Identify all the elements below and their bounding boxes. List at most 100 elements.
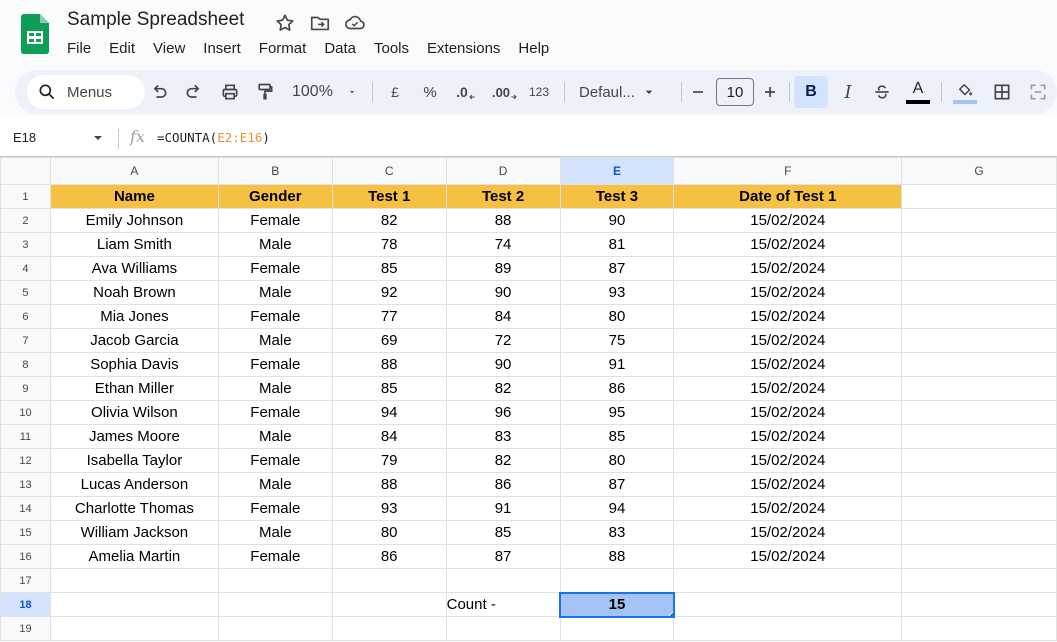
italic-button[interactable]: I — [835, 78, 861, 106]
row-header[interactable]: 5 — [0, 280, 51, 305]
empty-cell[interactable] — [901, 472, 1057, 497]
table-cell[interactable]: 15/02/2024 — [673, 232, 903, 257]
zoom-select[interactable]: 100% — [285, 78, 357, 106]
empty-cell[interactable] — [217, 568, 333, 593]
bold-button[interactable]: B — [794, 76, 828, 108]
table-cell[interactable]: 80 — [559, 448, 675, 473]
menu-format[interactable]: Format — [250, 38, 316, 60]
table-cell[interactable]: Female — [217, 208, 333, 233]
row-header[interactable]: 6 — [0, 304, 51, 329]
row-header[interactable]: 12 — [0, 448, 51, 473]
table-cell[interactable]: 15/02/2024 — [673, 424, 903, 449]
menu-data[interactable]: Data — [315, 38, 365, 60]
name-box[interactable]: E18 — [13, 130, 36, 145]
row-header[interactable]: 1 — [0, 184, 51, 209]
table-cell[interactable]: 80 — [559, 304, 675, 329]
table-cell[interactable]: 93 — [559, 280, 675, 305]
currency-format-button[interactable]: £ — [384, 78, 406, 106]
table-cell[interactable]: 89 — [445, 256, 561, 281]
text-color-button[interactable]: A — [903, 78, 933, 106]
empty-cell[interactable] — [331, 616, 447, 641]
sheets-logo-icon[interactable] — [21, 14, 49, 54]
empty-cell[interactable] — [331, 592, 447, 617]
table-cell[interactable]: 92 — [331, 280, 447, 305]
table-cell[interactable]: 15/02/2024 — [673, 520, 903, 545]
table-cell[interactable]: 74 — [445, 232, 561, 257]
table-cell[interactable]: 69 — [331, 328, 447, 353]
table-cell[interactable]: Charlotte Thomas — [49, 496, 219, 521]
row-header[interactable]: 13 — [0, 472, 51, 497]
empty-cell[interactable] — [901, 544, 1057, 569]
print-icon[interactable] — [217, 78, 243, 106]
empty-cell[interactable] — [901, 376, 1057, 401]
table-cell[interactable]: 15/02/2024 — [673, 472, 903, 497]
strikethrough-icon[interactable] — [869, 78, 895, 106]
empty-cell[interactable] — [559, 568, 675, 593]
empty-cell[interactable] — [901, 424, 1057, 449]
empty-cell[interactable] — [445, 568, 561, 593]
table-cell[interactable]: 90 — [445, 352, 561, 377]
empty-cell[interactable] — [901, 232, 1057, 257]
table-cell[interactable]: 15/02/2024 — [673, 304, 903, 329]
table-cell[interactable]: 91 — [559, 352, 675, 377]
table-cell[interactable]: Female — [217, 448, 333, 473]
table-cell[interactable]: Ava Williams — [49, 256, 219, 281]
row-header[interactable]: 10 — [0, 400, 51, 425]
fill-color-button[interactable] — [950, 78, 980, 106]
header-cell[interactable]: Gender — [217, 184, 333, 209]
menu-insert[interactable]: Insert — [194, 38, 250, 60]
table-cell[interactable]: 82 — [445, 376, 561, 401]
chevron-down-icon[interactable] — [93, 134, 103, 142]
row-header[interactable]: 16 — [0, 544, 51, 569]
empty-cell[interactable] — [217, 616, 333, 641]
increase-font-size-icon[interactable] — [758, 78, 782, 106]
table-cell[interactable]: Female — [217, 496, 333, 521]
table-cell[interactable]: 88 — [331, 352, 447, 377]
table-cell[interactable]: 82 — [331, 208, 447, 233]
empty-cell[interactable] — [901, 352, 1057, 377]
move-folder-icon[interactable] — [309, 12, 331, 34]
table-cell[interactable]: 87 — [559, 472, 675, 497]
table-cell[interactable]: Ethan Miller — [49, 376, 219, 401]
paint-format-icon[interactable] — [252, 78, 278, 106]
menus-search[interactable]: Menus — [27, 75, 145, 109]
table-cell[interactable]: Female — [217, 304, 333, 329]
table-cell[interactable]: Amelia Martin — [49, 544, 219, 569]
table-cell[interactable]: 15/02/2024 — [673, 448, 903, 473]
table-cell[interactable]: 84 — [331, 424, 447, 449]
row-header[interactable]: 19 — [0, 616, 51, 641]
empty-cell[interactable] — [673, 568, 903, 593]
row-header[interactable]: 17 — [0, 568, 51, 593]
select-all-corner[interactable] — [0, 157, 51, 185]
empty-cell[interactable] — [445, 616, 561, 641]
table-cell[interactable]: Jacob Garcia — [49, 328, 219, 353]
table-cell[interactable]: 87 — [445, 544, 561, 569]
table-cell[interactable]: Male — [217, 328, 333, 353]
row-header[interactable]: 8 — [0, 352, 51, 377]
table-cell[interactable]: 90 — [559, 208, 675, 233]
column-header-e[interactable]: E — [559, 157, 675, 185]
row-header[interactable]: 9 — [0, 376, 51, 401]
table-cell[interactable]: 95 — [559, 400, 675, 425]
header-cell[interactable]: Test 2 — [445, 184, 561, 209]
column-header-g[interactable]: G — [901, 157, 1057, 185]
table-cell[interactable]: Female — [217, 256, 333, 281]
header-cell[interactable]: Test 1 — [331, 184, 447, 209]
table-cell[interactable]: 91 — [445, 496, 561, 521]
decrease-font-size-icon[interactable] — [686, 78, 710, 106]
table-cell[interactable]: 93 — [331, 496, 447, 521]
row-header[interactable]: 2 — [0, 208, 51, 233]
empty-cell[interactable] — [901, 616, 1057, 641]
percent-format-button[interactable]: % — [419, 78, 441, 106]
empty-cell[interactable] — [901, 568, 1057, 593]
row-header[interactable]: 14 — [0, 496, 51, 521]
menu-edit[interactable]: Edit — [100, 38, 144, 60]
table-cell[interactable]: 78 — [331, 232, 447, 257]
table-cell[interactable]: 88 — [559, 544, 675, 569]
menu-extensions[interactable]: Extensions — [418, 38, 509, 60]
column-header-f[interactable]: F — [673, 157, 903, 185]
count-result-cell[interactable]: 15 — [559, 591, 675, 618]
table-cell[interactable]: Male — [217, 280, 333, 305]
merge-cells-icon[interactable] — [1025, 78, 1051, 106]
column-header-c[interactable]: C — [331, 157, 447, 185]
